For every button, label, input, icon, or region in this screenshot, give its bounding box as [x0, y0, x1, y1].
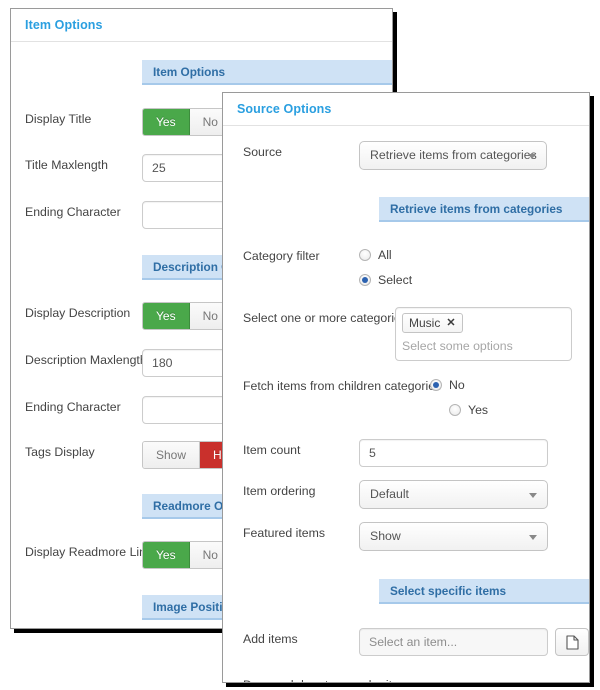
chevron-down-icon: [528, 153, 536, 159]
control-featured-items: Show: [359, 522, 589, 551]
radio-option-category-filter-all[interactable]: All: [359, 245, 589, 265]
row-item-ordering: Item ordering Default: [223, 480, 589, 509]
select-source[interactable]: Retrieve items from categories: [359, 141, 547, 170]
toggle-display-readmore-link[interactable]: Yes No: [142, 541, 232, 569]
label-tags-display: Tags Display: [25, 445, 95, 459]
control-source: Retrieve items from categories: [359, 141, 589, 170]
section-header-select-specific-items: Select specific items: [379, 579, 589, 604]
toggle-tags-display-show[interactable]: Show: [143, 442, 201, 468]
label-display-title: Display Title: [25, 112, 92, 126]
row-fetch-children-categories: Fetch items from children categories No …: [223, 375, 589, 420]
toggle-display-title-yes[interactable]: Yes: [143, 109, 190, 135]
source-options-panel-title: Source Options: [223, 93, 589, 126]
label-featured-items: Featured items: [243, 526, 326, 540]
row-item-count: Item count 5: [223, 439, 589, 467]
item-options-panel-title: Item Options: [11, 9, 392, 42]
radio-label-all: All: [378, 248, 392, 262]
toggle-display-title[interactable]: Yes No: [142, 108, 232, 136]
select-featured-items-value: Show: [370, 529, 401, 543]
label-ending-character-description: Ending Character: [25, 400, 121, 414]
select-item-ordering-value: Default: [370, 487, 409, 501]
page-document-icon: [565, 634, 579, 650]
multiselect-placeholder: Select some options: [402, 339, 513, 353]
row-featured-items: Featured items Show: [223, 522, 589, 551]
close-icon[interactable]: ✕: [446, 317, 455, 329]
input-group-add-items: Select an item...: [359, 628, 589, 656]
radio-icon-all[interactable]: [359, 249, 371, 261]
radio-option-fetch-children-yes[interactable]: Yes: [430, 400, 589, 420]
label-add-items: Add items: [243, 632, 298, 646]
toggle-display-readmore-link-yes[interactable]: Yes: [143, 542, 190, 568]
row-source: Source Retrieve items from categories: [223, 141, 589, 170]
row-category-filter: Category filter All Select: [223, 245, 589, 290]
toggle-display-description-yes[interactable]: Yes: [143, 303, 190, 329]
section-header-item-options: Item Options: [142, 60, 392, 85]
label-fetch-children-categories: Fetch items from children categories: [243, 379, 442, 393]
chevron-down-icon: [529, 492, 537, 498]
radio-icon-select[interactable]: [359, 274, 371, 286]
label-display-description: Display Description: [25, 306, 131, 320]
select-featured-items[interactable]: Show: [359, 522, 548, 551]
input-item-count[interactable]: 5: [359, 439, 548, 467]
control-item-ordering: Default: [359, 480, 589, 509]
select-item-ordering[interactable]: Default: [359, 480, 548, 509]
label-item-count: Item count: [243, 443, 301, 457]
label-select-categories: Select one or more categories: [243, 311, 408, 325]
row-add-items: Add items Select an item...: [223, 628, 589, 656]
control-category-filter: All Select: [359, 245, 589, 290]
add-item-browse-button[interactable]: [555, 628, 589, 656]
label-category-filter: Category filter: [243, 249, 320, 263]
radio-icon-no[interactable]: [430, 379, 442, 391]
label-item-ordering: Item ordering: [243, 484, 316, 498]
radio-option-fetch-children-no[interactable]: No: [430, 375, 589, 395]
radio-label-yes: Yes: [468, 403, 489, 417]
radio-option-category-filter-select[interactable]: Select: [359, 270, 589, 290]
toggle-display-description[interactable]: Yes No: [142, 302, 232, 330]
label-source: Source: [243, 145, 282, 159]
radio-label-no: No: [449, 378, 465, 392]
multiselect-categories[interactable]: Music ✕ Select some options: [395, 307, 572, 361]
source-options-panel: Source Options Source Retrieve items fro…: [222, 92, 590, 683]
section-header-retrieve-items-from-categories: Retrieve items from categories: [379, 197, 589, 222]
input-add-items[interactable]: Select an item...: [359, 628, 548, 656]
row-select-categories: Select one or more categories Music ✕ Se…: [223, 307, 589, 361]
drag-drop-hint: Drag and drop to re-order items: [223, 678, 415, 682]
select-source-value: Retrieve items from categories: [370, 148, 537, 162]
chip-category-music[interactable]: Music ✕: [402, 313, 463, 333]
source-options-panel-body: Source Retrieve items from categories Re…: [223, 141, 589, 682]
radio-label-select: Select: [378, 273, 413, 287]
label-ending-character-title: Ending Character: [25, 205, 121, 219]
control-select-categories: Music ✕ Select some options: [395, 307, 589, 361]
control-item-count: 5: [359, 439, 589, 467]
radio-icon-yes[interactable]: [449, 404, 461, 416]
control-fetch-children-categories: No Yes: [430, 375, 589, 420]
label-title-maxlength: Title Maxlength: [25, 158, 108, 172]
chevron-down-icon: [529, 534, 537, 540]
label-display-readmore-link: Display Readmore Link: [25, 545, 153, 559]
chip-label-music: Music: [409, 316, 441, 330]
label-description-maxlength: Description Maxlength: [25, 353, 147, 367]
control-add-items: Select an item...: [359, 628, 589, 656]
